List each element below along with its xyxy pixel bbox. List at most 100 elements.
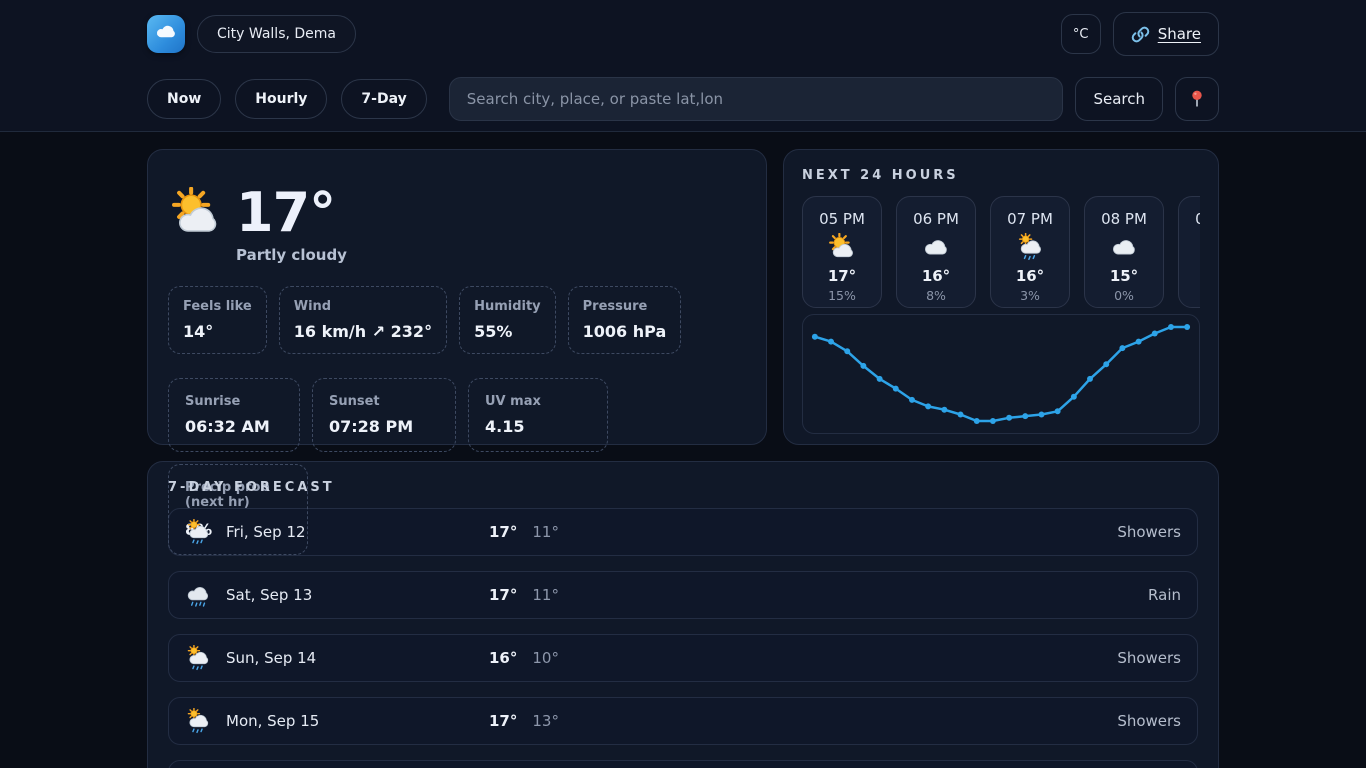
stat-wind: Wind 16 km/h ↗ 232° xyxy=(279,286,447,354)
hour-card-07pm[interactable]: 07 PM 16° 3% xyxy=(990,196,1070,308)
unit-toggle-button[interactable]: °C xyxy=(1061,14,1101,54)
stat-label: Sunrise xyxy=(185,394,283,409)
hour-time: 07 PM xyxy=(995,210,1065,228)
hour-precip: 0% xyxy=(1089,288,1159,303)
stat-pressure: Pressure 1006 hPa xyxy=(568,286,682,354)
hour-temp: 16° xyxy=(901,267,971,285)
next-24-hours-panel: NEXT 24 HOURS 05 PM 17° 15% 06 PM 16° 8% xyxy=(783,149,1219,445)
day-low-temp: 10° xyxy=(532,649,559,667)
day-label: Sun, Sep 14 xyxy=(226,649,316,667)
stat-label: Humidity xyxy=(474,299,541,314)
day-weather-icon xyxy=(185,582,211,608)
forecast-row-mon[interactable]: Mon, Sep 15 17° 13° Showers xyxy=(168,697,1198,745)
hour-time: 08 PM xyxy=(1089,210,1159,228)
hour-card-09pm[interactable]: 09 PM 15° 0% xyxy=(1178,196,1200,308)
hour-weather-icon xyxy=(1016,233,1044,261)
stat-label: Feels like xyxy=(183,299,252,314)
day-condition: Showers xyxy=(1117,649,1181,667)
forecast-row-partial[interactable] xyxy=(168,760,1198,768)
search-button-label: Search xyxy=(1093,90,1145,108)
stat-value: 55% xyxy=(474,322,541,341)
stat-value: 06:32 AM xyxy=(185,417,283,436)
stat-sunrise: Sunrise 06:32 AM xyxy=(168,378,300,452)
hour-card-05pm[interactable]: 05 PM 17° 15% xyxy=(802,196,882,308)
link-icon xyxy=(1131,25,1150,44)
hour-card-06pm[interactable]: 06 PM 16° 8% xyxy=(896,196,976,308)
hour-time: 09 PM xyxy=(1183,210,1200,228)
day-high-temp: 17° xyxy=(489,712,517,730)
day-label: Sat, Sep 13 xyxy=(226,586,312,604)
stat-value: 4.15 xyxy=(485,417,591,436)
forecast-row-sat[interactable]: Sat, Sep 13 17° 11° Rain xyxy=(168,571,1198,619)
next-24-hours-title: NEXT 24 HOURS xyxy=(802,168,1200,183)
tab-now-label: Now xyxy=(167,91,201,107)
hour-precip: 8% xyxy=(901,288,971,303)
search-input[interactable] xyxy=(449,77,1064,121)
current-weather-icon xyxy=(170,187,222,239)
current-stats: Feels like 14° Wind 16 km/h ↗ 232° Humid… xyxy=(168,286,746,555)
hour-temp: 16° xyxy=(995,267,1065,285)
temperature-trend-chart xyxy=(803,315,1199,433)
stat-label: UV max xyxy=(485,394,591,409)
stat-feels-like: Feels like 14° xyxy=(168,286,267,354)
day-condition: Showers xyxy=(1117,523,1181,541)
app-header: City Walls, Dema °C Share Now xyxy=(0,0,1366,132)
geolocate-button[interactable] xyxy=(1175,77,1219,121)
day-label: Fri, Sep 12 xyxy=(226,523,306,541)
hour-temp: 15° xyxy=(1183,267,1200,285)
hour-weather-icon xyxy=(1110,233,1138,261)
day-low-temp: 11° xyxy=(532,586,559,604)
stat-value: 1006 hPa xyxy=(583,322,667,341)
hour-temp: 15° xyxy=(1089,267,1159,285)
temperature-chart-box xyxy=(802,314,1200,434)
stat-value: 16 km/h ↗ 232° xyxy=(294,322,432,341)
unit-label: °C xyxy=(1073,27,1089,42)
current-condition: Partly cloudy xyxy=(236,246,746,264)
stat-value: 07:28 PM xyxy=(329,417,439,436)
hour-precip: 15% xyxy=(807,288,877,303)
nav-row: Now Hourly 7-Day Search xyxy=(147,77,1219,121)
tab-now[interactable]: Now xyxy=(147,79,221,119)
tab-7day-label: 7-Day xyxy=(361,91,406,107)
hour-weather-icon xyxy=(922,233,950,261)
location-label: City Walls, Dema xyxy=(217,26,336,42)
stat-value: 14° xyxy=(183,322,252,341)
day-high-temp: 17° xyxy=(489,523,517,541)
stat-sunset: Sunset 07:28 PM xyxy=(312,378,456,452)
day-label: Mon, Sep 15 xyxy=(226,712,319,730)
current-conditions-card: 17° Partly cloudy Feels like 14° Wind 16… xyxy=(147,149,767,445)
forecast-row-sun[interactable]: Sun, Sep 14 16° 10° Showers xyxy=(168,634,1198,682)
day-low-temp: 11° xyxy=(532,523,559,541)
hour-card-08pm[interactable]: 08 PM 15° 0% xyxy=(1084,196,1164,308)
current-temperature: 17° xyxy=(236,186,335,240)
hour-time: 05 PM xyxy=(807,210,877,228)
day-high-temp: 16° xyxy=(489,649,517,667)
day-low-temp: 13° xyxy=(532,712,559,730)
stat-label: Wind xyxy=(294,299,432,314)
day-weather-icon xyxy=(185,708,211,734)
day-weather-icon xyxy=(185,519,211,545)
tab-hourly-label: Hourly xyxy=(255,91,307,107)
hour-precip: 3% xyxy=(995,288,1065,303)
day-condition: Rain xyxy=(1148,586,1181,604)
round-pushpin-icon xyxy=(1187,89,1207,109)
hour-temp: 17° xyxy=(807,267,877,285)
hourly-strip[interactable]: 05 PM 17° 15% 06 PM 16° 8% 07 PM xyxy=(802,196,1200,308)
hour-time: 06 PM xyxy=(901,210,971,228)
stat-humidity: Humidity 55% xyxy=(459,286,556,354)
location-chip[interactable]: City Walls, Dema xyxy=(197,15,356,53)
share-button[interactable]: Share xyxy=(1113,12,1219,56)
day-high-temp: 17° xyxy=(489,586,517,604)
share-label: Share xyxy=(1158,25,1201,43)
search-button[interactable]: Search xyxy=(1075,77,1163,121)
stat-label: Pressure xyxy=(583,299,667,314)
app-logo xyxy=(147,15,185,53)
hour-weather-icon xyxy=(828,233,856,261)
top-bar: City Walls, Dema °C Share xyxy=(147,12,1219,56)
stat-label: Sunset xyxy=(329,394,439,409)
tab-7day[interactable]: 7-Day xyxy=(341,79,426,119)
stat-uv-max: UV max 4.15 xyxy=(468,378,608,452)
cloud-logo-icon xyxy=(154,20,178,48)
tab-hourly[interactable]: Hourly xyxy=(235,79,327,119)
day-weather-icon xyxy=(185,645,211,671)
